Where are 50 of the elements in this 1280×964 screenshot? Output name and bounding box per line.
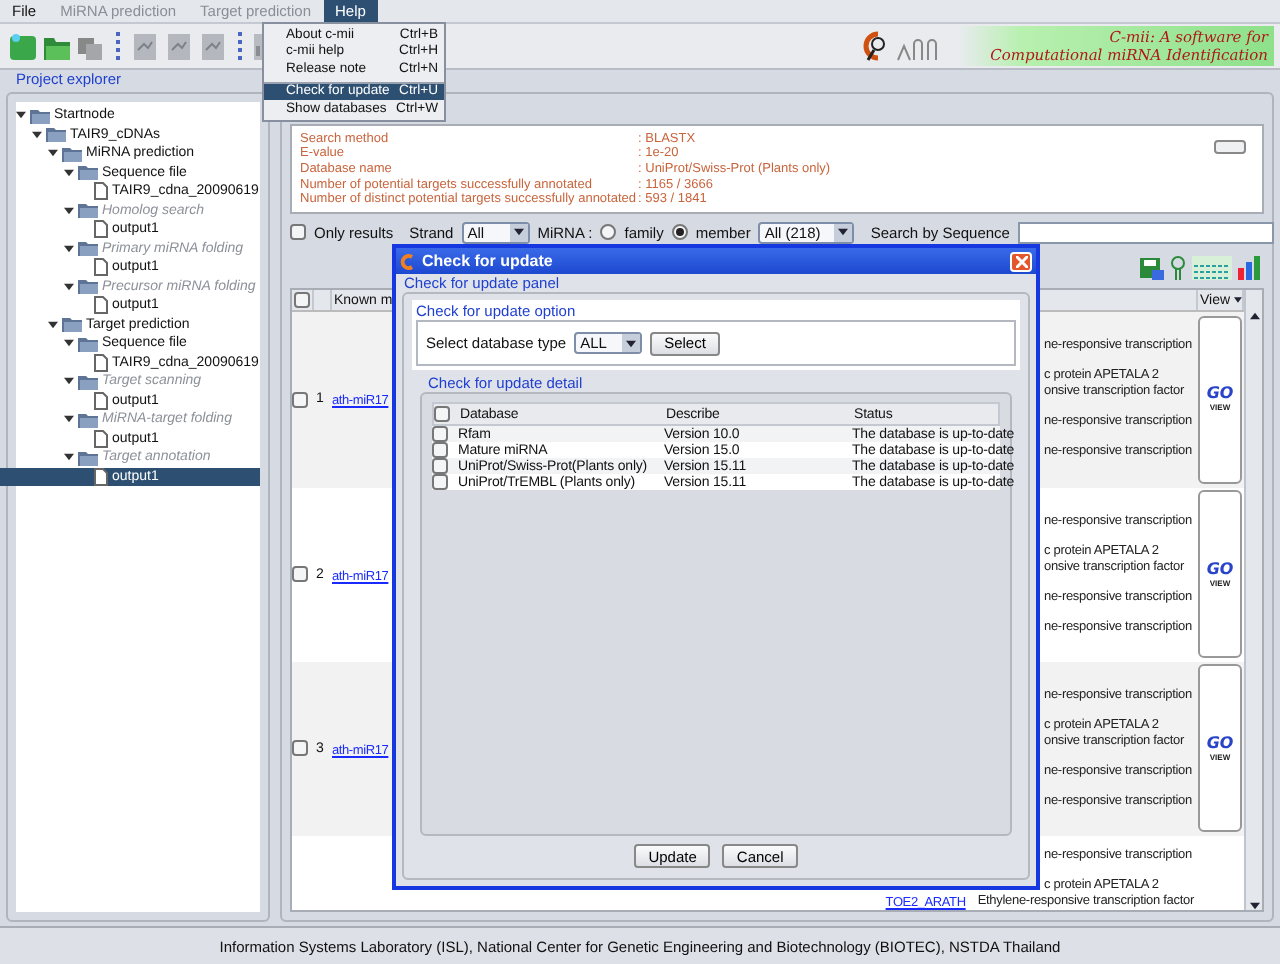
save-icon[interactable] [1140, 255, 1164, 280]
bar-chart-icon[interactable] [1238, 255, 1260, 280]
app-icon [400, 253, 416, 269]
folder-icon [78, 240, 98, 257]
dropdown-arrow-icon [626, 339, 637, 347]
search-field[interactable] [1017, 221, 1274, 244]
folder-icon [78, 278, 98, 295]
document-icon[interactable] [198, 31, 228, 61]
radio-button[interactable] [671, 224, 688, 241]
folder-icon [78, 411, 98, 428]
close-button[interactable] [1010, 251, 1032, 271]
radio-button[interactable] [600, 224, 617, 241]
checkbox[interactable] [292, 391, 308, 408]
expand-triangle-icon[interactable] [48, 319, 58, 330]
dropdown-arrow-icon [838, 228, 849, 237]
new-project-icon[interactable] [8, 31, 38, 61]
folder-icon [62, 316, 82, 333]
checkbox[interactable] [432, 458, 448, 474]
document-icon[interactable] [164, 31, 194, 61]
folder-icon [78, 202, 98, 219]
scroll-down-icon[interactable] [1249, 901, 1259, 910]
select-all-checkbox[interactable] [434, 406, 450, 422]
expand-triangle-icon[interactable] [16, 110, 26, 121]
document-icon[interactable] [130, 31, 160, 61]
checkbox[interactable] [432, 442, 448, 458]
folder-icon [78, 164, 98, 181]
more-button[interactable] [1214, 140, 1246, 154]
scrollbar[interactable] [1244, 290, 1262, 910]
checkbox[interactable] [432, 474, 448, 490]
expand-triangle-icon[interactable] [64, 338, 74, 349]
hairpin-icon[interactable] [1170, 255, 1186, 280]
expand-triangle-icon[interactable] [32, 129, 42, 140]
expand-triangle-icon[interactable] [64, 167, 74, 178]
checkbox[interactable] [292, 740, 308, 757]
checkbox[interactable] [290, 224, 306, 241]
select-all-checkbox[interactable] [294, 292, 310, 309]
expand-triangle-icon[interactable] [48, 148, 58, 159]
folder-icon [78, 449, 98, 466]
folder-icon [46, 126, 66, 143]
folder-icon [62, 145, 82, 162]
dropdown-arrow-icon [513, 228, 524, 237]
dropdown-arrow-icon [1234, 296, 1242, 305]
folder-icon [78, 373, 98, 390]
checkbox[interactable] [432, 426, 448, 442]
folder-icon [30, 107, 50, 124]
dialog-title: Check for update [422, 252, 553, 270]
scroll-up-icon[interactable] [1249, 312, 1259, 321]
folder-icon [78, 335, 98, 352]
checkbox[interactable] [292, 566, 308, 583]
alignment-icon[interactable] [1192, 255, 1232, 280]
